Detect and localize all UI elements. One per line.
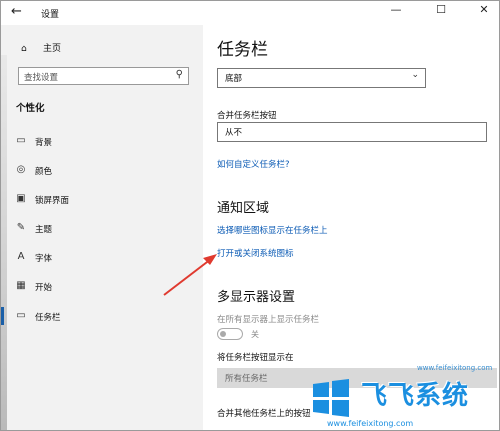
combine-buttons-dropdown[interactable]: 从不 — [217, 122, 487, 142]
select-icons-link[interactable]: 选择哪些图标显示在任务栏上 — [217, 224, 328, 236]
sidebar-item-label: 任务栏 — [35, 313, 61, 323]
brush-icon: ✎ — [16, 222, 26, 233]
search-input[interactable]: 查找设置 ⚲ — [18, 67, 189, 85]
page-title: 任务栏 — [217, 40, 268, 60]
sidebar-item-label: 主页 — [43, 44, 62, 54]
search-placeholder: 查找设置 — [24, 73, 59, 83]
sidebar-item-background[interactable]: ▭ 背景 — [15, 135, 195, 155]
watermark-brand: 飞飞系统 — [361, 381, 470, 411]
close-button[interactable]: ✕ — [469, 3, 499, 21]
system-icons-link[interactable]: 打开或关闭系统图标 — [217, 247, 294, 259]
site-watermark: www.feifeixitong.com 飞飞系统 www.feifeixito… — [299, 364, 499, 430]
show-all-displays-toggle[interactable] — [217, 328, 243, 340]
minimize-button[interactable]: — — [381, 3, 411, 21]
sidebar-item-home[interactable]: ⌂ 主页 — [21, 41, 61, 54]
sidebar-item-label: 主题 — [35, 225, 53, 235]
background-icon: ▭ — [16, 135, 26, 146]
chevron-down-icon: ⌄ — [411, 70, 419, 80]
dropdown-value: 从不 — [225, 128, 243, 138]
search-icon: ⚲ — [175, 69, 183, 80]
combine-other-label: 合并其他任务栏上的按钮 — [217, 409, 311, 419]
dropdown-value: 所有任务栏 — [225, 374, 268, 384]
sidebar-item-themes[interactable]: ✎ 主题 — [15, 222, 195, 242]
taskbar-icon: ▭ — [16, 310, 26, 321]
active-indicator — [1, 307, 4, 325]
sidebar-item-start[interactable]: ▦ 开始 — [15, 280, 195, 300]
sidebar: ⌂ 主页 查找设置 ⚲ 个性化 ▭ 背景 ◎ 颜色 ▣ 锁屏界面 ✎ 主题 A 字… — [1, 25, 203, 430]
sidebar-item-taskbar[interactable]: ▭ 任务栏 — [1, 307, 195, 330]
show-on-all-displays-label: 在所有显示器上显示任务栏 — [217, 315, 320, 325]
sidebar-item-colors[interactable]: ◎ 颜色 — [15, 164, 195, 184]
palette-icon: ◎ — [16, 164, 26, 175]
lockscreen-icon: ▣ — [16, 193, 26, 204]
taskbar-position-dropdown[interactable]: 底部 ⌄ — [217, 68, 426, 88]
sidebar-item-fonts[interactable]: A 字体 — [15, 251, 195, 271]
customize-taskbar-link[interactable]: 如何自定义任务栏? — [217, 158, 290, 170]
back-arrow-icon[interactable]: ← — [11, 4, 22, 19]
sidebar-item-lockscreen[interactable]: ▣ 锁屏界面 — [15, 193, 195, 213]
sidebar-item-label: 背景 — [35, 138, 53, 148]
show-buttons-on-label: 将任务栏按钮显示在 — [217, 353, 294, 363]
toggle-knob — [220, 330, 226, 337]
notification-area-heading: 通知区域 — [217, 201, 270, 216]
sidebar-item-label: 开始 — [35, 283, 53, 293]
toggle-state-label: 关 — [251, 330, 259, 339]
start-icon: ▦ — [16, 280, 26, 291]
combine-buttons-label: 合并任务栏按钮 — [217, 111, 277, 121]
maximize-button[interactable]: ☐ — [426, 3, 456, 21]
sidebar-item-label: 颜色 — [35, 167, 53, 177]
multiple-displays-heading: 多显示器设置 — [217, 290, 296, 305]
home-icon: ⌂ — [21, 44, 27, 54]
section-heading: 个性化 — [16, 103, 45, 114]
font-icon: A — [17, 251, 25, 262]
window-title: 设置 — [41, 10, 60, 20]
watermark-url-top: www.feifeixitong.com — [417, 364, 493, 372]
windows-logo-icon — [313, 379, 349, 417]
watermark-url-bottom: www.feifeixitong.com — [327, 419, 414, 428]
dropdown-value: 底部 — [225, 74, 243, 84]
sidebar-item-label: 字体 — [35, 254, 53, 264]
sidebar-item-label: 锁屏界面 — [35, 196, 70, 206]
settings-window: ← 设置 — ☐ ✕ ⌂ 主页 查找设置 ⚲ 个性化 ▭ 背景 ◎ 颜色 ▣ 锁屏… — [0, 0, 500, 431]
title-bar: ← 设置 — ☐ ✕ — [1, 1, 499, 25]
desktop-edge — [1, 55, 7, 430]
